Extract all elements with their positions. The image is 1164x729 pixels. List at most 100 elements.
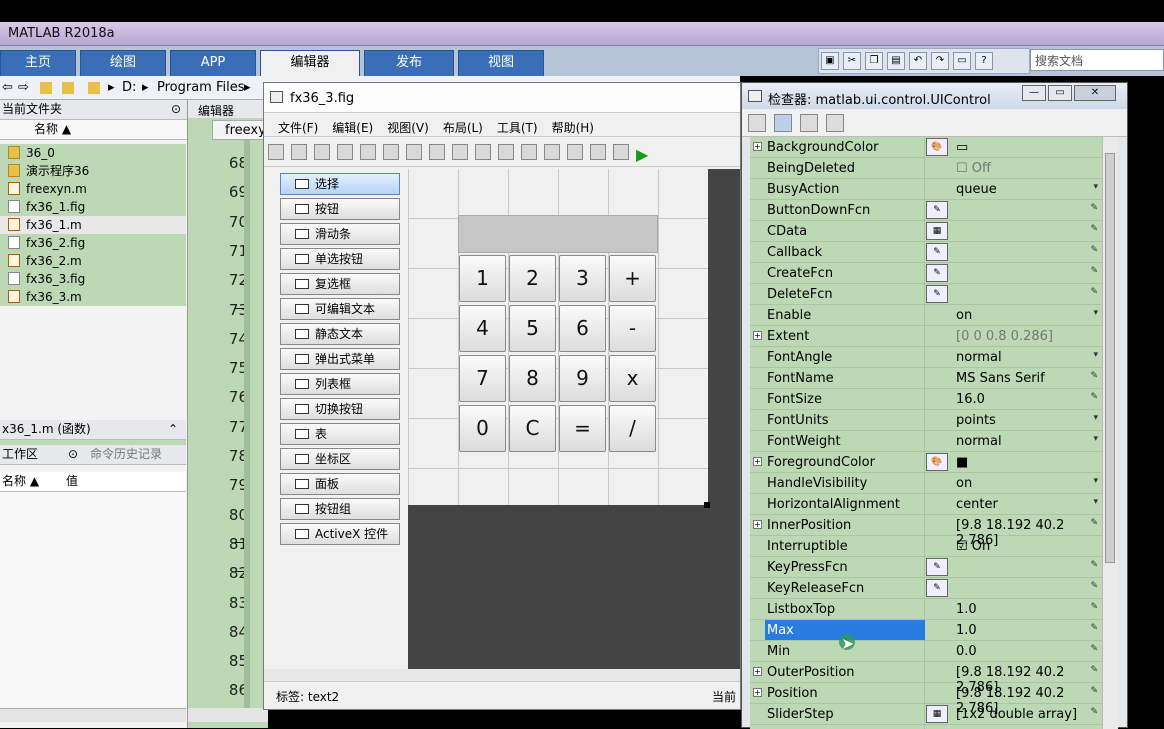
property-row[interactable]: CData ▦ ✎ — [750, 221, 1102, 242]
maximize-icon[interactable]: ▭ — [1048, 85, 1072, 101]
property-row[interactable]: + OuterPosition [9.8 18.192 40.2 2.786] ✎ — [750, 662, 1102, 695]
dropdown-icon[interactable]: ▾ — [1093, 413, 1098, 423]
palette-checkbox[interactable]: 复选框 — [280, 273, 400, 295]
key-button[interactable]: 9 — [559, 355, 606, 402]
categorized-icon[interactable] — [748, 114, 766, 132]
dropdown-icon[interactable]: ▾ — [1093, 350, 1098, 360]
ws-name-col[interactable]: 名称 ▲ — [2, 474, 39, 488]
sort-az-icon[interactable] — [774, 114, 792, 132]
paste-icon[interactable] — [406, 144, 422, 160]
undo-icon[interactable]: ↶ — [909, 52, 927, 70]
property-value[interactable]: center — [956, 497, 998, 512]
detail-header[interactable]: x36_1.m (函数) ⌃ — [0, 420, 186, 440]
palette-axes[interactable]: 坐标区 — [280, 448, 400, 470]
property-value[interactable]: queue — [956, 182, 997, 197]
expand-icon[interactable]: + — [753, 688, 762, 697]
property-editor-icon[interactable]: ✎ — [926, 579, 948, 597]
palette-activex[interactable]: ActiveX 控件 — [280, 523, 400, 545]
edit-icon[interactable]: ✎ — [1090, 560, 1098, 570]
new-icon[interactable] — [268, 144, 284, 160]
property-row[interactable]: Enable on ▾ — [750, 305, 1102, 326]
key-button[interactable]: / — [609, 405, 656, 452]
ribbon-tab[interactable]: 发布 — [364, 50, 454, 76]
palette-button-group[interactable]: 按钮组 — [280, 498, 400, 520]
property-value[interactable]: ■ — [956, 455, 968, 470]
edit-icon[interactable]: ✎ — [1090, 665, 1098, 675]
edit-icon[interactable]: ✎ — [1090, 287, 1098, 297]
property-row[interactable]: DeleteFcn ✎ ✎ — [750, 284, 1102, 305]
key-button[interactable]: 5 — [509, 305, 556, 352]
editor-hscrollbar[interactable] — [188, 708, 268, 722]
property-value[interactable]: [0 0 0.8 0.286] — [956, 329, 1053, 344]
save-icon[interactable]: ▣ — [821, 52, 839, 70]
property-row[interactable]: + Extent [0 0 0.8 0.286] — [750, 326, 1102, 347]
property-value[interactable]: 16.0 — [956, 392, 985, 407]
property-editor-icon[interactable]: ✎ — [926, 558, 948, 576]
property-row[interactable]: FontSize 16.0 ✎ — [750, 389, 1102, 410]
key-button[interactable]: = — [559, 405, 606, 452]
file-item[interactable]: fx36_2.m — [0, 252, 186, 270]
ribbon-tab[interactable]: APP — [170, 50, 256, 76]
key-button[interactable]: C — [509, 405, 556, 452]
edit-icon[interactable]: ✎ — [1090, 623, 1098, 633]
expand-icon[interactable]: + — [753, 520, 762, 529]
key-button[interactable]: + — [609, 255, 656, 302]
property-row[interactable]: SliderStep ▦ [1x2 double array] ✎ — [750, 704, 1102, 725]
property-row[interactable]: FontWeight normal ▾ — [750, 431, 1102, 452]
property-value[interactable]: 1.0 — [956, 623, 977, 638]
edit-icon[interactable]: ✎ — [1090, 707, 1098, 717]
edit-icon[interactable]: ✎ — [1090, 245, 1098, 255]
property-value[interactable]: 0.0 — [956, 644, 977, 659]
menu-item[interactable]: 视图(V) — [387, 119, 429, 136]
cut-icon[interactable] — [360, 144, 376, 160]
property-editor-icon[interactable]: 🎨 — [926, 138, 948, 156]
window-icon[interactable]: ▭ — [953, 52, 971, 70]
path-folder[interactable]: Program Files — [157, 80, 245, 95]
palette-static-text[interactable]: 静态文本 — [280, 323, 400, 345]
expand-icon[interactable]: + — [753, 667, 762, 676]
save-icon[interactable] — [314, 144, 330, 160]
menu-editor-icon[interactable] — [498, 144, 514, 160]
property-row[interactable]: Callback ✎ ✎ — [750, 242, 1102, 263]
property-row[interactable]: HorizontalAlignment center ▾ — [750, 494, 1102, 515]
property-row[interactable]: + ForegroundColor 🎨 ■ — [750, 452, 1102, 473]
editor-tab[interactable]: freexy — [212, 120, 268, 140]
chevron-up-icon[interactable]: ⌃ — [168, 420, 178, 439]
toolbar-editor-icon[interactable] — [544, 144, 560, 160]
copy-icon[interactable] — [383, 144, 399, 160]
ribbon-tab[interactable]: 编辑器 — [260, 50, 360, 76]
close-icon[interactable]: ✕ — [1074, 85, 1116, 101]
collapse-icon[interactable] — [826, 114, 844, 132]
copy-icon[interactable]: ❐ — [865, 52, 883, 70]
scroll-thumb[interactable] — [1105, 153, 1115, 563]
menu-item[interactable]: 文件(F) — [278, 119, 318, 136]
open-icon[interactable] — [291, 144, 307, 160]
undo-icon[interactable] — [429, 144, 445, 160]
path-drive[interactable]: D: — [122, 80, 136, 95]
menu-item[interactable]: 工具(T) — [497, 119, 538, 136]
run-icon[interactable]: ▶ — [636, 145, 648, 164]
key-button[interactable]: 1 — [459, 255, 506, 302]
dropdown-icon[interactable]: ▾ — [1093, 434, 1098, 444]
menu-item[interactable]: 布局(L) — [443, 119, 483, 136]
file-item[interactable]: fx36_3.fig — [0, 270, 186, 288]
left-hscrollbar[interactable] — [0, 708, 186, 722]
property-row[interactable]: + Position [9.8 18.192 40.2 2.786] ✎ — [750, 683, 1102, 716]
browser-icon[interactable] — [613, 144, 629, 160]
file-item[interactable]: 演示程序36 — [0, 162, 186, 180]
inspector-icon[interactable] — [590, 144, 606, 160]
palette-panel[interactable]: 面板 — [280, 473, 400, 495]
property-row[interactable]: FontUnits points ▾ — [750, 410, 1102, 431]
minimize-icon[interactable]: — — [1022, 85, 1046, 101]
property-row[interactable]: + BackgroundColor 🎨 ▭ — [750, 137, 1102, 158]
redo-icon[interactable]: ↷ — [931, 52, 949, 70]
edit-icon[interactable]: ✎ — [1090, 203, 1098, 213]
edit-icon[interactable]: ✎ — [1090, 266, 1098, 276]
expand-icon[interactable]: + — [753, 142, 762, 151]
key-button[interactable]: 0 — [459, 405, 506, 452]
dropdown-icon[interactable]: ▾ — [1093, 476, 1098, 486]
ws-menu-icon[interactable]: ⊙ — [68, 445, 78, 464]
property-row[interactable]: CreateFcn ✎ ✎ — [750, 263, 1102, 284]
expand-icon[interactable]: + — [753, 457, 762, 466]
redo-icon[interactable] — [452, 144, 468, 160]
